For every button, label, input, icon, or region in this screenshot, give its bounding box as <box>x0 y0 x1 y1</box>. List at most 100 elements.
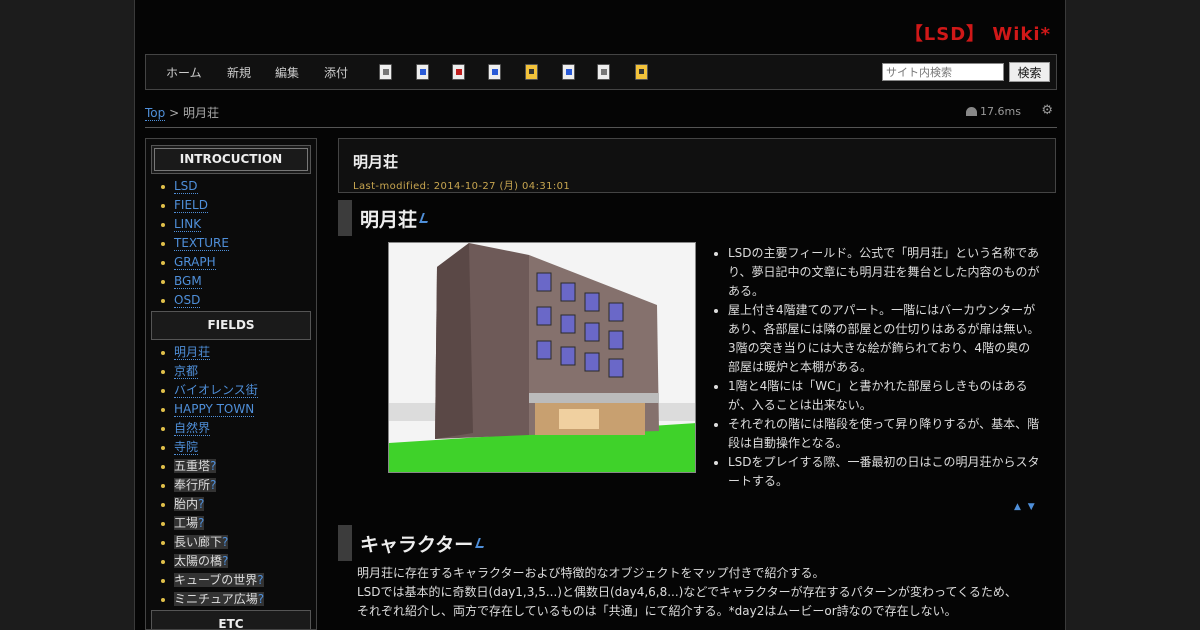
sidebar-link[interactable]: HAPPY TOWN <box>174 402 255 417</box>
page-header: 明月荘 Last-modified: 2014-10-27 (月) 04:31:… <box>338 138 1056 193</box>
sidebar-link[interactable]: 明月荘 <box>174 345 211 360</box>
sidebar-heading-introduction: INTROCUCTION <box>151 145 311 174</box>
copy-page-icon[interactable] <box>379 64 392 80</box>
sidebar-unlinked-label: ミニチュア広場 <box>174 592 258 606</box>
sidebar-link[interactable]: FIELD <box>174 198 208 213</box>
main-content: 明月荘 Last-modified: 2014-10-27 (月) 04:31:… <box>338 138 1056 630</box>
heading-bar <box>338 525 352 561</box>
sidebar-item: 五重塔? <box>159 457 311 476</box>
section-heading-meigetsuso: 明月荘 <box>338 200 1056 236</box>
diff-icon[interactable] <box>416 64 429 80</box>
site-title[interactable]: 【LSD】 Wiki* <box>905 20 1051 46</box>
sidebar-link[interactable]: LSD <box>174 179 198 194</box>
sidebar-item: LSD <box>159 177 311 196</box>
search-input[interactable] <box>882 63 1004 81</box>
help-icon[interactable] <box>635 64 648 80</box>
sidebar-item: 京都 <box>159 362 311 381</box>
sidebar-item: 太陽の橋? <box>159 552 311 571</box>
sidebar-unlinked-label: キューブの世界 <box>174 573 258 587</box>
divider <box>145 127 1057 128</box>
list-item: LSDの主要フィールド。公式で「明月荘」という名称であり、夢日記中の文章にも明月… <box>710 244 1040 301</box>
sidebar-link[interactable]: GRAPH <box>174 255 216 270</box>
gear-icon[interactable]: ⚙ <box>1041 103 1053 118</box>
sidebar-unlinked-label: 五重塔 <box>174 459 211 473</box>
edit-icon[interactable] <box>475 538 488 548</box>
sidebar-item: ミニチュア広場? <box>159 590 311 609</box>
sidebar-heading-etc: ETC <box>151 610 311 629</box>
navbar: ホーム 新規 編集 添付 検索 <box>145 54 1057 90</box>
sidebar-item: 胎内? <box>159 495 311 514</box>
sidebar-item: FIELD <box>159 196 311 215</box>
heading-bar <box>338 200 352 236</box>
lock-icon[interactable] <box>525 64 538 80</box>
nav-new[interactable]: 新規 <box>227 64 251 81</box>
create-page-link[interactable]: ? <box>210 459 217 473</box>
building-image <box>389 243 695 472</box>
nav-attach[interactable]: 添付 <box>324 64 348 81</box>
sidebar-item: BGM <box>159 272 311 291</box>
sidebar-link[interactable]: LINK <box>174 217 202 232</box>
page-frame: 【LSD】 Wiki* ホーム 新規 編集 添付 検索 Top > 明月荘 17… <box>134 0 1066 630</box>
scroll-arrows[interactable]: ▲ ▼ <box>1014 502 1037 512</box>
nav-edit[interactable]: 編集 <box>275 64 299 81</box>
last-modified: Last-modified: 2014-10-27 (月) 04:31:01 <box>353 181 571 192</box>
create-page-link[interactable]: ? <box>198 516 205 530</box>
sidebar-item: 工場? <box>159 514 311 533</box>
sidebar-list-introduction: LSD FIELD LINK TEXTURE GRAPH BGM OSD <box>151 174 311 311</box>
list-item: 屋上付き4階建てのアパート。一階にはバーカウンターがあり、各部屋には隣の部屋との… <box>710 301 1040 377</box>
breadcrumb-top[interactable]: Top <box>145 106 166 121</box>
breadcrumb-current: 明月荘 <box>182 106 219 120</box>
backup-icon[interactable] <box>452 64 465 80</box>
sidebar-item: キューブの世界? <box>159 571 311 590</box>
sidebar-item: TEXTURE <box>159 234 311 253</box>
sidebar-unlinked-label: 工場 <box>174 516 199 530</box>
sidebar-unlinked-label: 長い廊下 <box>174 535 223 549</box>
pages-icon[interactable] <box>562 64 575 80</box>
sidebar-item: バイオレンス街 <box>159 381 311 400</box>
sidebar-unlinked-label: 太陽の橋 <box>174 554 223 568</box>
description-list: LSDの主要フィールド。公式で「明月荘」という名称であり、夢日記中の文章にも明月… <box>710 244 1040 491</box>
render-timing: 17.6ms <box>966 105 1021 118</box>
sidebar-item: 明月荘 <box>159 343 311 362</box>
sidebar-link[interactable]: 自然界 <box>174 421 211 436</box>
sidebar-link[interactable]: BGM <box>174 274 202 289</box>
recent-changes-icon[interactable] <box>597 64 610 80</box>
sidebar-link[interactable]: TEXTURE <box>174 236 229 251</box>
list-item: 1階と4階には「WC」と書かれた部屋らしきものはあるが、入ることは出来ない。 <box>710 377 1040 415</box>
create-page-link[interactable]: ? <box>257 573 264 587</box>
sidebar-item: 寺院 <box>159 438 311 457</box>
sidebar-item: 長い廊下? <box>159 533 311 552</box>
edit-icon[interactable] <box>419 213 431 223</box>
create-page-link[interactable]: ? <box>222 554 229 568</box>
save-icon[interactable] <box>488 64 501 80</box>
list-item: それぞれの階には階段を使って昇り降りするが、基本、階段は自動操作となる。 <box>710 415 1040 453</box>
create-page-link[interactable]: ? <box>198 497 205 511</box>
sidebar-item: OSD <box>159 291 311 310</box>
speedometer-icon <box>966 107 978 116</box>
search-button[interactable]: 検索 <box>1009 62 1050 82</box>
page-title: 明月荘 <box>353 153 399 171</box>
sidebar-link[interactable]: バイオレンス街 <box>174 383 258 398</box>
sidebar-item: GRAPH <box>159 253 311 272</box>
sidebar-link[interactable]: 京都 <box>174 364 199 379</box>
sidebar-link[interactable]: 寺院 <box>174 440 199 455</box>
sidebar-link[interactable]: OSD <box>174 293 201 308</box>
sidebar-item: 自然界 <box>159 419 311 438</box>
sidebar-heading-fields: FIELDS <box>151 311 311 340</box>
section-heading-text: キャラクター <box>360 533 474 556</box>
building-screenshot <box>388 242 696 473</box>
breadcrumb: Top > 明月荘 <box>145 104 219 121</box>
paragraph-line: LSDでは基本的に奇数日(day1,3,5...)と偶数日(day4,6,8..… <box>357 585 1017 599</box>
create-page-link[interactable]: ? <box>222 535 229 549</box>
nav-home[interactable]: ホーム <box>166 64 202 81</box>
sidebar-item: LINK <box>159 215 311 234</box>
create-page-link[interactable]: ? <box>257 592 265 606</box>
sidebar-item: 奉行所? <box>159 476 311 495</box>
timing-value: 17.6ms <box>980 105 1021 118</box>
character-intro: 明月荘に存在するキャラクターおよび特徴的なオブジェクトをマップ付きで紹介する。 … <box>357 564 1047 621</box>
create-page-link[interactable]: ? <box>210 478 217 492</box>
sidebar-unlinked-label: 奉行所 <box>174 478 211 492</box>
paragraph-line: 明月荘に存在するキャラクターおよび特徴的なオブジェクトをマップ付きで紹介する。 <box>357 566 825 580</box>
breadcrumb-separator: > <box>169 106 180 120</box>
sidebar-list-fields: 明月荘 京都 バイオレンス街 HAPPY TOWN 自然界 寺院 五重塔? 奉行所? 胎内? 工場… <box>151 340 311 610</box>
